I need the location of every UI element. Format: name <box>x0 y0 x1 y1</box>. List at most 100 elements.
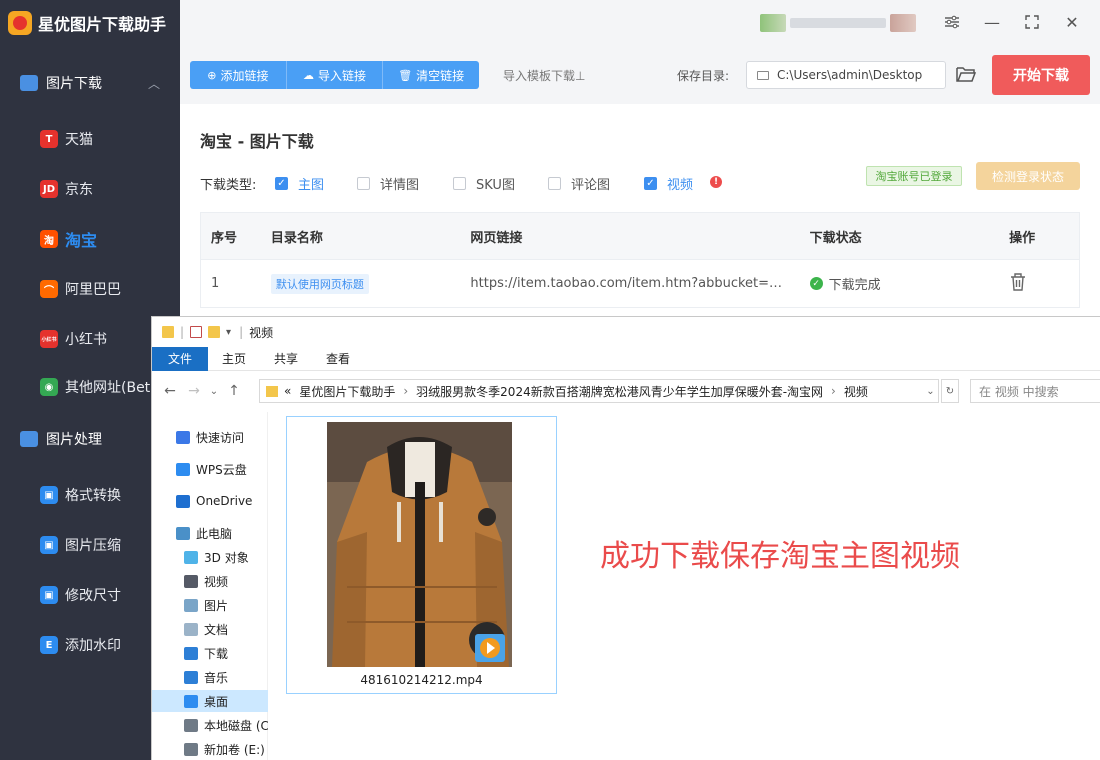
delete-row-icon[interactable] <box>1009 272 1027 292</box>
nav-pane-item[interactable]: 图片 <box>152 594 268 616</box>
nav-pane-item[interactable]: OneDrive <box>152 490 268 512</box>
nav-pane-item[interactable]: 视频 <box>152 570 268 592</box>
ribbon-tabs: 文件 主页 共享 查看 <box>152 346 1100 371</box>
row-status: ✓ 下载完成 <box>809 274 1010 293</box>
disk-icon <box>184 718 198 732</box>
breadcrumb[interactable]: 星优图片下载助手 <box>299 383 395 400</box>
info-icon[interactable]: ! <box>710 176 722 188</box>
sidebar-item-label: 天猫 <box>65 132 93 148</box>
template-download-link[interactable]: 导入模板下载⊥ <box>503 67 585 84</box>
save-dir-input[interactable]: C:\Users\admin\Desktop <box>746 61 946 89</box>
explorer-titlebar: | ▾ | 视频 <box>152 317 1100 347</box>
sidebar-item-label: 小红书 <box>65 332 107 348</box>
sidebar-item-jd[interactable]: JD 京东 <box>0 172 180 206</box>
ribbon-tab-share[interactable]: 共享 <box>260 347 312 371</box>
recent-dropdown-icon[interactable]: ⌄ <box>206 386 222 397</box>
type-checkbox-video[interactable]: ✓ 视频 <box>644 174 693 193</box>
table-header: 序号 目录名称 网页链接 下载状态 操作 <box>201 213 1079 259</box>
nav-group-image-download[interactable]: 图片下载 ︿ <box>0 68 180 98</box>
customize-toolbar-icon[interactable]: ▾ <box>226 327 231 338</box>
search-input[interactable]: 在 视频 中搜索 <box>970 379 1100 403</box>
check-login-button[interactable]: 检测登录状态 <box>976 162 1080 190</box>
disk-icon <box>184 742 198 756</box>
nav-pane-item[interactable]: 文档 <box>152 618 268 640</box>
breadcrumb[interactable]: 视频 <box>844 383 868 400</box>
file-name: 481610214212.mp4 <box>360 673 483 687</box>
save-dir-value: C:\Users\admin\Desktop <box>777 68 923 82</box>
sidebar-item-tmall[interactable]: T 天猫 <box>0 122 180 156</box>
nav-pane-label: 视频 <box>204 574 229 589</box>
user-account-area[interactable] <box>760 14 920 32</box>
save-dir-label: 保存目录: <box>677 69 730 83</box>
sidebar-item-label: 淘宝 <box>65 231 98 250</box>
nav-pane-item[interactable]: 新加卷 (E:) <box>152 738 268 760</box>
ribbon-tab-home[interactable]: 主页 <box>208 347 260 371</box>
sidebar-item-taobao[interactable]: 淘淘宝 <box>0 222 180 256</box>
file-item[interactable]: 481610214212.mp4 <box>286 416 557 694</box>
nav-pane-label: 桌面 <box>204 694 229 709</box>
nav-pane-item[interactable]: 下载 <box>152 642 268 664</box>
forward-arrow-icon[interactable]: → <box>182 383 206 399</box>
sidebar-item-label: 京东 <box>65 182 93 198</box>
address-bar[interactable]: « 星优图片下载助手 › 羽绒服男款冬季2024新款百搭潮牌宽松港风青少年学生加… <box>259 379 939 403</box>
new-folder-icon[interactable] <box>208 326 221 338</box>
nav-pane-label: OneDrive <box>196 494 253 508</box>
taobao-icon: 淘 <box>40 230 58 248</box>
settings-icon[interactable] <box>942 12 962 32</box>
checkbox-icon <box>453 176 466 190</box>
back-arrow-icon[interactable]: ← <box>158 383 182 399</box>
folder-icon <box>162 326 174 338</box>
folder-open-icon[interactable] <box>955 64 977 84</box>
address-row: ← → ⌄ ↑ « 星优图片下载助手 › 羽绒服男款冬季2024新款百搭潮牌宽松… <box>152 376 1100 406</box>
sidebar-item-label: 图片压缩 <box>65 538 121 554</box>
image-download-icon <box>20 75 38 91</box>
nav-pane-item[interactable]: WPS云盘 <box>152 458 268 480</box>
document-icon <box>184 622 198 636</box>
close-icon[interactable]: ✕ <box>1062 12 1082 32</box>
up-arrow-icon[interactable]: ↑ <box>222 383 246 399</box>
properties-icon[interactable] <box>190 326 203 338</box>
sidebar-item-alibaba[interactable]: ⌒ 阿里巴巴 <box>0 272 180 306</box>
refresh-icon[interactable]: ↻ <box>941 379 959 403</box>
link-toolbar: ⊕ 添加链接 ☁ 导入链接 🗑 清空链接 <box>190 61 479 89</box>
download-type-label: 下载类型: <box>200 178 257 193</box>
resize-icon: ▣ <box>40 586 58 604</box>
address-dropdown-icon[interactable]: ⌄ <box>923 379 939 403</box>
import-link-button[interactable]: ☁ 导入链接 <box>287 61 384 89</box>
type-label: 详情图 <box>380 177 420 193</box>
maximize-icon[interactable] <box>1022 12 1042 32</box>
nav-pane-item[interactable]: 快速访问 <box>152 426 268 448</box>
folder-icon <box>266 385 278 397</box>
nav-pane-item[interactable]: 音乐 <box>152 666 268 688</box>
nav-pane-label: 本地磁盘 (C:) <box>204 718 268 733</box>
app-logo-icon <box>8 11 32 35</box>
star-icon <box>176 430 190 444</box>
xiaohongshu-icon: 小红书 <box>40 330 58 348</box>
nav-pane-item[interactable]: 3D 对象 <box>152 546 268 568</box>
ribbon-tab-view[interactable]: 查看 <box>312 347 364 371</box>
table-row[interactable]: 1 默认使用网页标题 https://item.taobao.com/item.… <box>201 259 1079 307</box>
breadcrumb-overflow[interactable]: « <box>284 384 291 398</box>
start-download-button[interactable]: 开始下载 <box>992 55 1090 95</box>
column-header: 序号 <box>211 230 238 246</box>
nav-pane-item[interactable]: 此电脑 <box>152 522 268 544</box>
column-header: 下载状态 <box>809 230 862 246</box>
image-process-icon <box>20 431 38 447</box>
type-checkbox-review[interactable]: 评论图 <box>548 174 611 193</box>
ribbon-tab-file[interactable]: 文件 <box>152 346 209 371</box>
tmall-icon: T <box>40 130 58 148</box>
nav-pane-item[interactable]: 桌面 <box>152 690 268 712</box>
type-checkbox-detail[interactable]: 详情图 <box>357 174 420 193</box>
desktop-icon <box>184 694 198 708</box>
breadcrumb[interactable]: 羽绒服男款冬季2024新款百搭潮牌宽松港风青少年学生加厚保暖外套-淘宝网 <box>416 383 823 400</box>
type-checkbox-sku[interactable]: SKU图 <box>453 174 515 193</box>
dir-name-tag[interactable]: 默认使用网页标题 <box>270 273 369 294</box>
minimize-icon[interactable]: — <box>982 12 1002 32</box>
type-checkbox-main[interactable]: ✓ 主图 <box>275 174 325 193</box>
type-label: 评论图 <box>571 177 611 193</box>
clear-link-button[interactable]: 🗑 清空链接 <box>383 61 479 89</box>
nav-pane-item[interactable]: 本地磁盘 (C:) <box>152 714 268 736</box>
add-link-button[interactable]: ⊕ 添加链接 <box>190 61 287 89</box>
type-label: 主图 <box>298 177 325 193</box>
app-title: 星优图片下载助手 <box>38 15 167 34</box>
